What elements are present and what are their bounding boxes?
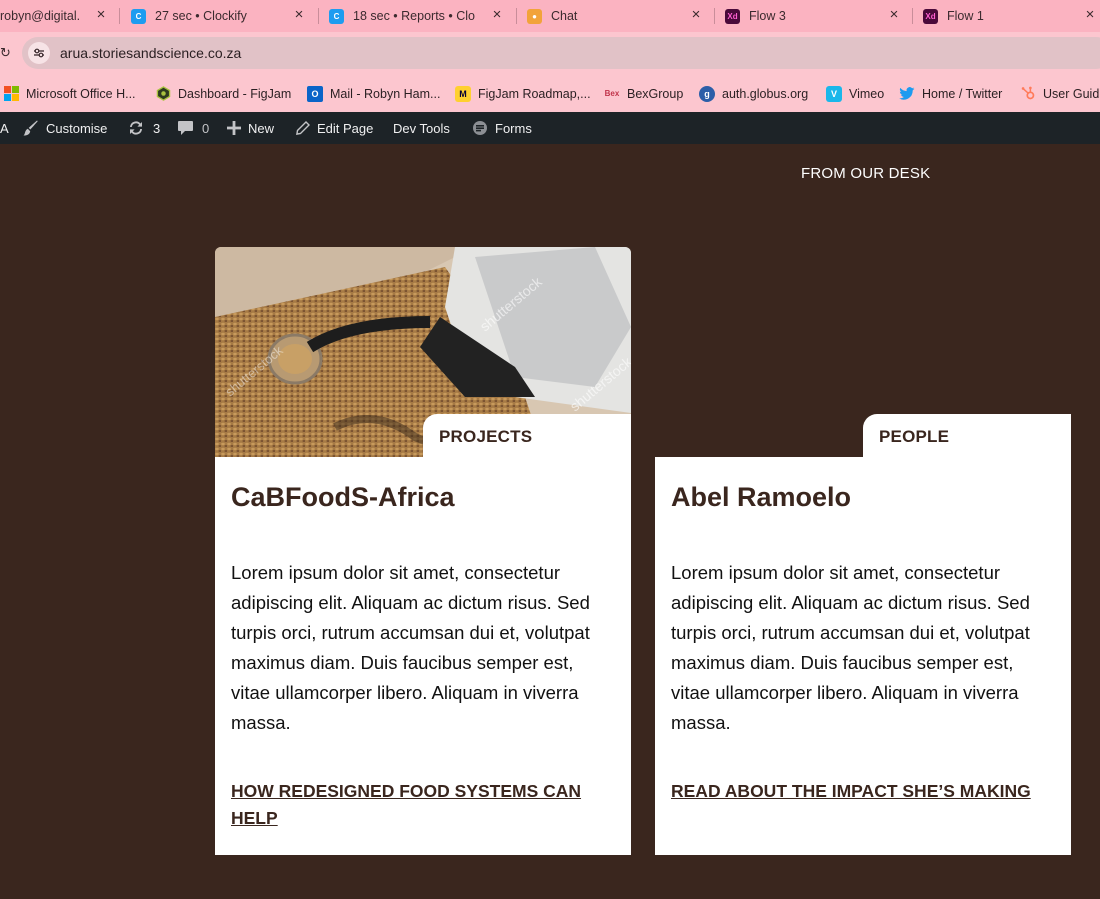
card-body: Lorem ipsum dolor sit amet, consectetur …	[231, 562, 590, 733]
clockify-icon: C	[329, 8, 344, 24]
xd-icon: Xd	[725, 8, 740, 24]
category-label: PROJECTS	[439, 427, 533, 446]
bookmark-label: FigJam Roadmap,...	[478, 86, 591, 101]
new-content-button[interactable]: New	[227, 112, 274, 144]
comments-button[interactable]: 0	[177, 112, 209, 144]
new-label: New	[248, 120, 275, 136]
edit-page-button[interactable]: Edit Page	[295, 112, 373, 144]
close-icon[interactable]: ×	[1083, 7, 1097, 22]
paintbrush-icon	[22, 120, 39, 137]
card-title: CaBFoodS-Africa	[231, 482, 455, 512]
microsoft-icon	[3, 86, 19, 102]
url-text: arua.storiesandscience.co.za	[60, 45, 242, 61]
globus-icon: g	[699, 85, 715, 102]
section-title: FROM OUR DESK	[801, 165, 931, 182]
card-abel-ramoelo[interactable]: Abel Ramoelo Lorem ipsum dolor sit amet,…	[655, 457, 1071, 855]
bookmark-figjam-roadmap[interactable]: M FigJam Roadmap,...	[455, 85, 591, 102]
plus-icon	[227, 121, 241, 135]
bookmark-bexgroup[interactable]: Bex BexGroup	[604, 85, 684, 102]
bookmark-twitter[interactable]: Home / Twitter	[899, 85, 1002, 102]
close-icon[interactable]: ×	[94, 7, 108, 22]
comment-icon	[177, 120, 194, 136]
tab-clockify[interactable]: C 27 sec • Clockify ×	[131, 0, 306, 32]
category-tab-people[interactable]: PEOPLE	[863, 414, 1071, 457]
tab-title: 18 sec • Reports • Clo	[353, 9, 475, 23]
clockify-icon: C	[131, 8, 146, 24]
comments-count: 0	[202, 120, 210, 136]
tab-title: Flow 3	[749, 9, 786, 23]
tab-separator	[912, 8, 913, 24]
close-icon[interactable]: ×	[887, 7, 901, 22]
card-link[interactable]: READ ABOUT THE IMPACT SHE’S MAKING	[671, 778, 1041, 805]
close-icon[interactable]: ×	[689, 7, 703, 22]
reload-icon[interactable]: ↻	[0, 46, 11, 60]
bookmark-outlook-mail[interactable]: O Mail - Robyn Ham...	[307, 85, 440, 102]
hubspot-icon	[1020, 86, 1036, 102]
bookmark-label: Home / Twitter	[922, 86, 1003, 101]
tab-separator	[516, 8, 517, 24]
bookmark-user-guide[interactable]: User Guid	[1020, 85, 1099, 102]
card-title: Abel Ramoelo	[671, 482, 852, 512]
pencil-icon	[295, 120, 310, 136]
forms-icon	[472, 120, 488, 136]
admin-site-fragment[interactable]: A	[0, 112, 9, 144]
bookmark-label: Vimeo	[849, 86, 885, 101]
category-label: PEOPLE	[879, 427, 950, 446]
site-settings-icon[interactable]	[28, 42, 50, 64]
close-icon[interactable]: ×	[490, 7, 504, 22]
tab-flow-3[interactable]: Xd Flow 3 ×	[725, 0, 901, 32]
tab-separator	[714, 8, 715, 24]
tab-clockify-reports[interactable]: C 18 sec • Reports • Clo ×	[329, 0, 504, 32]
outlook-icon: O	[307, 85, 323, 102]
category-tab-projects[interactable]: PROJECTS	[423, 414, 631, 457]
bookmark-microsoft-office[interactable]: Microsoft Office H...	[3, 85, 136, 102]
customise-button[interactable]: Customise	[22, 112, 107, 144]
card-cabfoods[interactable]: CaBFoodS-Africa Lorem ipsum dolor sit am…	[215, 457, 631, 855]
updates-count: 3	[153, 120, 161, 136]
tab-separator	[119, 8, 120, 24]
xd-icon: Xd	[923, 8, 938, 24]
close-icon[interactable]: ×	[292, 7, 306, 22]
bookmark-label: auth.globus.org	[722, 86, 809, 101]
bookmarks-bar: Microsoft Office H... Dashboard - FigJam…	[0, 74, 1100, 112]
tab-mail[interactable]: robyn@digital. ×	[0, 0, 108, 32]
updates-icon	[127, 119, 145, 137]
vimeo-icon: V	[826, 85, 842, 102]
bookmark-label: BexGroup	[627, 86, 684, 101]
url-omnibox[interactable]: arua.storiesandscience.co.za	[22, 37, 1100, 69]
twitter-icon	[899, 86, 915, 102]
tab-title: Flow 1	[947, 9, 984, 23]
customise-label: Customise	[46, 120, 108, 136]
tab-title: 27 sec • Clockify	[155, 9, 247, 23]
wp-admin-bar: A Customise 3 0 New Edit Page Dev Tools	[0, 112, 1100, 144]
chat-icon: ●	[527, 8, 542, 24]
tab-title: Chat	[551, 9, 578, 23]
bookmark-globus[interactable]: g auth.globus.org	[699, 85, 808, 102]
bookmark-label: Mail - Robyn Ham...	[330, 86, 441, 101]
miro-icon: M	[455, 85, 471, 102]
bookmark-label: Dashboard - FigJam	[178, 86, 292, 101]
tab-separator	[318, 8, 319, 24]
dev-tools-label: Dev Tools	[393, 120, 450, 136]
figjam-icon	[155, 86, 171, 102]
address-bar: ↻ arua.storiesandscience.co.za	[0, 32, 1100, 74]
dev-tools-button[interactable]: Dev Tools	[393, 112, 450, 144]
card-body: Lorem ipsum dolor sit amet, consectetur …	[671, 562, 1030, 733]
bookmark-label: User Guid	[1043, 86, 1100, 101]
updates-button[interactable]: 3	[127, 112, 160, 144]
bookmark-vimeo[interactable]: V Vimeo	[826, 85, 884, 102]
bex-icon: Bex	[604, 89, 620, 98]
bookmark-figjam-dashboard[interactable]: Dashboard - FigJam	[155, 85, 291, 102]
admin-fragment-label: A	[0, 120, 9, 136]
edit-page-label: Edit Page	[317, 120, 374, 136]
forms-button[interactable]: Forms	[472, 112, 532, 144]
bookmark-label: Microsoft Office H...	[26, 86, 136, 101]
forms-label: Forms	[495, 120, 532, 136]
tab-flow-1[interactable]: Xd Flow 1 ×	[923, 0, 1097, 32]
tab-title: robyn@digital.	[0, 9, 81, 23]
card-link[interactable]: HOW REDESIGNED FOOD SYSTEMS CAN HELP	[231, 778, 601, 832]
tab-chat[interactable]: ● Chat ×	[527, 0, 703, 32]
browser-tab-strip: robyn@digital. × C 27 sec • Clockify × C…	[0, 0, 1100, 32]
